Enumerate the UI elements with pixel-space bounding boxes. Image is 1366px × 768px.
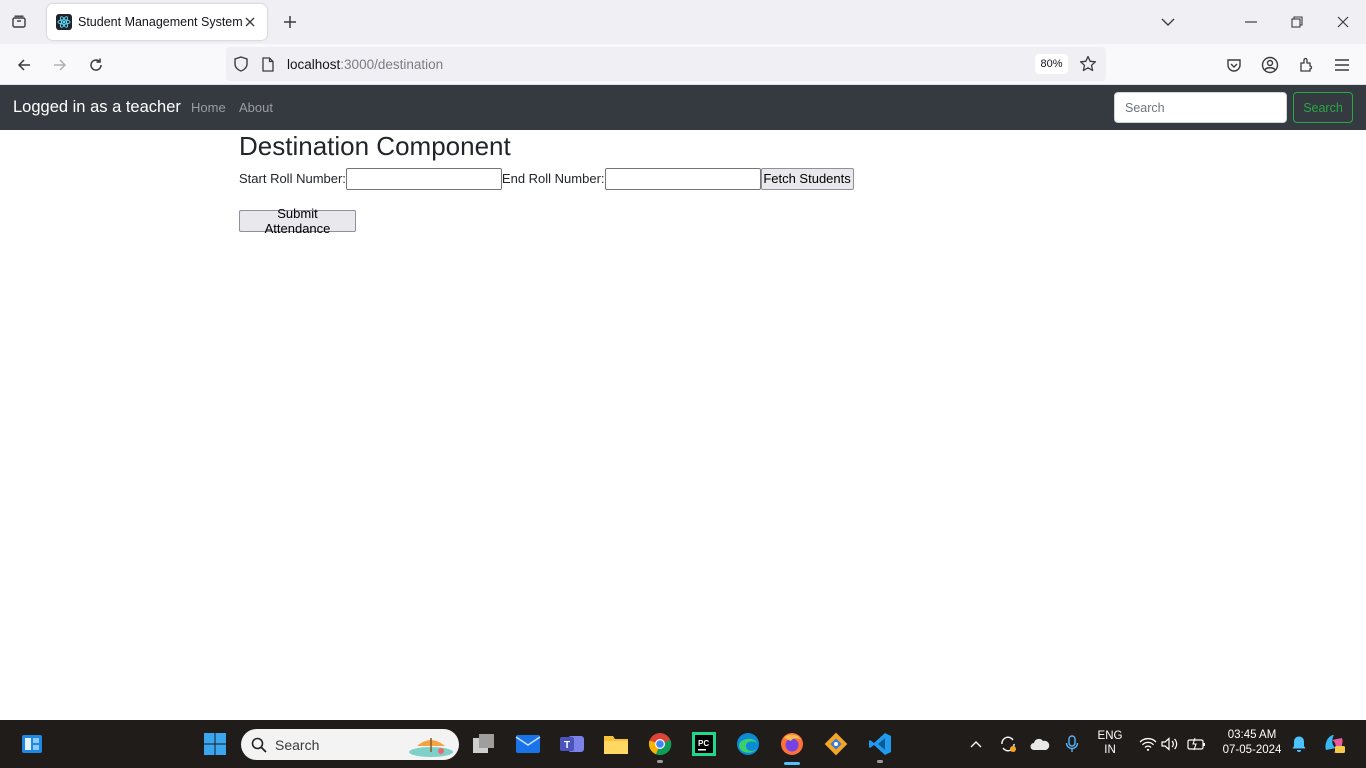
clock-time: 03:45 AM <box>1227 729 1277 741</box>
svg-text:PC: PC <box>698 739 709 748</box>
navbar-brand[interactable]: Logged in as a teacher <box>13 98 181 117</box>
battery-icon[interactable] <box>1180 728 1212 760</box>
submit-attendance-button[interactable]: Submit Attendance <box>239 206 356 236</box>
firefox-active-indicator <box>784 762 800 765</box>
new-tab-icon[interactable] <box>278 10 302 34</box>
edge-icon[interactable] <box>732 728 764 760</box>
account-icon[interactable] <box>1257 52 1283 78</box>
tab-overview-icon[interactable] <box>6 9 32 35</box>
teams-icon[interactable]: T <box>556 728 588 760</box>
microphone-icon[interactable] <box>1056 728 1088 760</box>
language-indicator[interactable]: ENG IN <box>1094 730 1126 756</box>
search-highlight-icon <box>407 732 455 758</box>
pycharm-icon[interactable]: PC <box>688 728 720 760</box>
address-bar[interactable]: localhost:3000/destination 80% <box>226 47 1106 81</box>
back-arrow-icon[interactable] <box>11 52 37 78</box>
vscode-running-indicator <box>877 760 883 763</box>
nav-link-about[interactable]: About <box>239 100 273 115</box>
clock[interactable]: 03:45 AM 07-05-2024 <box>1214 729 1290 756</box>
app-navbar: Logged in as a teacher Home About Search <box>0 85 1366 130</box>
browser-tab-strip: Student Management System <box>0 0 1366 44</box>
bookmark-star-icon[interactable] <box>1078 54 1098 74</box>
region-code: IN <box>1104 744 1116 756</box>
navbar-search-button[interactable]: Search <box>1293 92 1353 123</box>
file-explorer-icon[interactable] <box>600 728 632 760</box>
chrome-icon[interactable] <box>644 728 676 760</box>
navbar-search-input[interactable] <box>1114 92 1287 123</box>
tracking-shield-icon[interactable] <box>232 55 250 73</box>
react-favicon-icon <box>56 14 72 30</box>
fetch-students-button[interactable]: Fetch Students <box>760 167 854 190</box>
page-title: Destination Component <box>239 131 511 161</box>
copilot-icon[interactable] <box>1318 728 1350 760</box>
svg-text:T: T <box>564 740 570 751</box>
pocket-icon[interactable] <box>1221 52 1247 78</box>
start-roll-label: Start Roll Number: <box>239 171 346 186</box>
widgets-icon[interactable] <box>16 728 48 760</box>
roll-range-form: Start Roll Number: End Roll Number: Fetc… <box>239 167 854 190</box>
windows-taskbar: Search T PC ENG IN 03:45 AM 07-05-2024 <box>0 720 1366 768</box>
tab-close-icon[interactable] <box>241 13 259 31</box>
mail-icon[interactable] <box>512 728 544 760</box>
taskbar-search-text: Search <box>275 736 320 753</box>
restore-icon[interactable] <box>1282 8 1312 36</box>
start-roll-input[interactable] <box>345 167 502 190</box>
nav-link-home[interactable]: Home <box>191 100 226 115</box>
notification-bell-icon[interactable] <box>1283 728 1315 760</box>
reload-icon[interactable] <box>83 52 109 78</box>
language-code: ENG <box>1097 730 1123 742</box>
sync-icon[interactable] <box>992 728 1024 760</box>
task-view-icon[interactable] <box>468 728 500 760</box>
onedrive-cloud-icon[interactable] <box>1024 728 1056 760</box>
zoom-level-badge[interactable]: 80% <box>1035 54 1068 74</box>
end-roll-input[interactable] <box>604 167 761 190</box>
close-window-icon[interactable] <box>1328 8 1358 36</box>
taskbar-search-box[interactable]: Search <box>241 729 459 760</box>
windows-start-icon[interactable] <box>199 728 231 760</box>
end-roll-label: End Roll Number: <box>501 171 605 186</box>
browser-toolbar: localhost:3000/destination 80% <box>0 44 1366 85</box>
show-hidden-icons-icon[interactable] <box>960 728 992 760</box>
browser-tab-active[interactable]: Student Management System <box>47 4 267 40</box>
minimize-icon[interactable] <box>1236 8 1266 36</box>
forward-arrow-icon[interactable] <box>47 52 73 78</box>
list-all-tabs-icon[interactable] <box>1153 8 1183 36</box>
page-info-icon[interactable] <box>260 56 276 72</box>
git-tool-icon[interactable] <box>820 728 852 760</box>
search-icon <box>251 737 267 753</box>
firefox-icon[interactable] <box>776 728 808 760</box>
vscode-icon[interactable] <box>864 728 896 760</box>
tab-title: Student Management System <box>78 15 243 29</box>
app-menu-icon[interactable] <box>1329 52 1355 78</box>
clock-date: 07-05-2024 <box>1222 744 1282 756</box>
url-text: localhost:3000/destination <box>287 57 444 72</box>
chrome-running-indicator <box>657 760 663 763</box>
extensions-icon[interactable] <box>1293 52 1319 78</box>
